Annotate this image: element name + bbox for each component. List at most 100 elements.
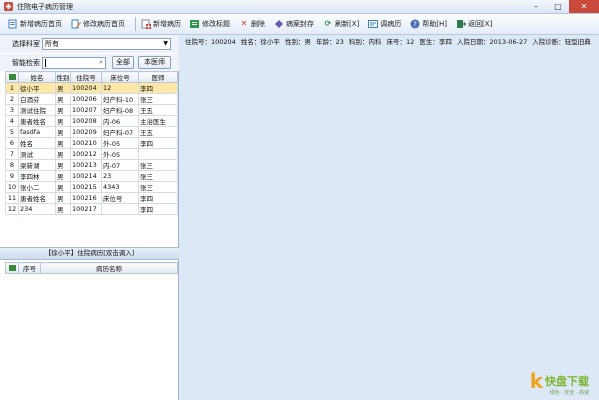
my-patients-button[interactable]: 本医师: [138, 56, 171, 69]
table-row[interactable]: 12 234 男 100217 李四: [5, 203, 178, 215]
minimize-button[interactable]: –: [525, 0, 547, 13]
cell-sex: 男: [55, 104, 71, 116]
cell-bed: 内-07: [101, 159, 139, 171]
cell-id: 100208: [70, 115, 102, 127]
toolbar-label: 返回[X]: [468, 20, 493, 28]
column-header-bed[interactable]: 床位号: [101, 71, 139, 83]
add-record-button[interactable]: 新增病历: [139, 16, 186, 32]
edit-record-home-button[interactable]: 修改病历首页: [69, 16, 130, 32]
column-header-doctor[interactable]: 医师: [138, 71, 178, 83]
row-number: 6: [5, 137, 19, 149]
patient-panel: 选择科室 所有 ▼ 智能检索 ⌕ 全部 本医师 姓名 性别 住院号 床位号 医师…: [0, 35, 179, 400]
help-icon: ?: [410, 19, 420, 29]
edit-title-button[interactable]: 修改标题: [188, 16, 235, 32]
close-button[interactable]: ✕: [569, 0, 599, 13]
cell-name: 李四林: [18, 170, 56, 182]
info-sex: 性别：男: [284, 38, 311, 46]
cell-sex: 男: [55, 181, 71, 193]
toolbar-label: 删除: [251, 20, 265, 28]
cell-id: 100216: [70, 192, 102, 204]
cell-id: 100210: [70, 137, 102, 149]
table-corner[interactable]: [5, 71, 19, 83]
cell-doctor: 李四: [138, 137, 178, 149]
help-button[interactable]: ? 帮助[H]: [408, 16, 452, 32]
cell-bed: 内-06: [101, 115, 139, 127]
cell-sex: 男: [55, 82, 71, 94]
cell-name: 测试住院: [18, 104, 56, 116]
cell-name: 梁新湖: [18, 159, 56, 171]
table-row[interactable]: 2 白酒芬男 100206 妇产科-10 张三: [5, 93, 178, 105]
row-number: 8: [5, 159, 19, 171]
cell-doctor: 李四: [138, 203, 178, 215]
search-input[interactable]: ⌕: [42, 57, 106, 69]
department-value: 所有: [45, 40, 59, 48]
all-button[interactable]: 全部: [112, 56, 134, 69]
table-row[interactable]: 3 测试住院男 100207 妇产科-08 王五: [5, 104, 178, 116]
toolbar-label: 新增病历: [153, 20, 181, 28]
column-header-name[interactable]: 姓名: [18, 71, 56, 83]
column-header-record-name[interactable]: 病历名称: [40, 262, 178, 274]
search-label: 智能检索: [12, 59, 40, 67]
table-row[interactable]: 10 张小二男 100215 4343 张三: [5, 181, 178, 193]
table-row[interactable]: 11 患者姓名男 100216 床位号 李四: [5, 192, 178, 204]
cell-bed: [101, 203, 139, 215]
toolbar-label: 新增病历首页: [20, 20, 62, 28]
cell-bed: 4343: [101, 181, 139, 193]
cell-sex: 男: [55, 115, 71, 127]
toolbar-label: 调病历: [380, 20, 402, 28]
info-name: 姓名：徐小平: [240, 38, 280, 46]
refresh-icon: ⟳: [324, 19, 332, 28]
grid-settings-icon: [8, 74, 16, 80]
row-number: 2: [5, 93, 19, 105]
cell-sex: 男: [55, 93, 71, 105]
table-row[interactable]: 4 患者姓名男 100208 内-06 主治医生: [5, 115, 178, 127]
cell-id: 100209: [70, 126, 102, 138]
row-number: 3: [5, 104, 19, 116]
table-row[interactable]: 8 梁新湖男 100213 内-07 张三: [5, 159, 178, 171]
watermark-text: 快盘下载: [545, 375, 589, 388]
row-number: 11: [5, 192, 19, 204]
cell-id: 100207: [70, 104, 102, 116]
exit-button[interactable]: 返回[X]: [454, 16, 497, 32]
cell-doctor: 张三: [138, 170, 178, 182]
column-header-id[interactable]: 住院号: [70, 71, 102, 83]
cell-name: 234: [18, 203, 56, 215]
archive-icon: [274, 19, 284, 29]
info-admit-date: 入院日期：2013-06-27: [456, 38, 528, 46]
cell-doctor: [138, 148, 178, 160]
row-number: 10: [5, 181, 19, 193]
delete-button[interactable]: ✕ 删除: [237, 16, 270, 32]
cell-bed: 23: [101, 170, 139, 182]
watermark-mark: k: [529, 369, 543, 393]
cell-bed: 妇产科-08: [101, 104, 139, 116]
window-controls: – □ ✕: [525, 0, 599, 13]
table-row[interactable]: 5 fasdfa 男 100209 妇产科-07 王五: [5, 126, 178, 138]
cell-bed: 妇产科-07: [101, 126, 139, 138]
table-corner[interactable]: [5, 262, 19, 274]
cell-id: 100213: [70, 159, 102, 171]
refresh-button[interactable]: ⟳ 刷新[X]: [321, 16, 364, 32]
table-row[interactable]: 1 徐小平男 100204 12 李四: [5, 82, 178, 94]
toolbar-label: 刷新[X]: [335, 20, 360, 28]
column-header-seq[interactable]: 序号: [18, 262, 41, 274]
cell-name: 张小二: [18, 181, 56, 193]
history-table-header: 序号 病历名称: [5, 262, 178, 274]
cell-sex: 男: [55, 192, 71, 204]
grid-settings-icon: [8, 265, 16, 271]
new-record-icon: [8, 19, 18, 29]
maximize-button[interactable]: □: [547, 0, 569, 13]
history-header[interactable]: 【徐小平】住院病历[双击调入]: [0, 247, 179, 260]
row-number: 1: [5, 82, 19, 94]
load-record-button[interactable]: 调病历: [366, 16, 406, 32]
row-number: 12: [5, 203, 19, 215]
new-record-home-button[interactable]: 新增病历首页: [6, 16, 67, 32]
table-row[interactable]: 7 测试男 100212 外-05: [5, 148, 178, 160]
cell-name: 徐小平: [18, 82, 56, 94]
cell-id: 100204: [70, 82, 102, 94]
table-row[interactable]: 6 姓名男 100210 外-05 李四: [5, 137, 178, 149]
department-select[interactable]: 所有 ▼: [42, 38, 171, 50]
archive-button[interactable]: 病案封存: [272, 16, 319, 32]
table-row[interactable]: 9 李四林男 100214 23 张三: [5, 170, 178, 182]
cell-sex: 男: [55, 126, 71, 138]
column-header-sex[interactable]: 性别: [55, 71, 71, 83]
